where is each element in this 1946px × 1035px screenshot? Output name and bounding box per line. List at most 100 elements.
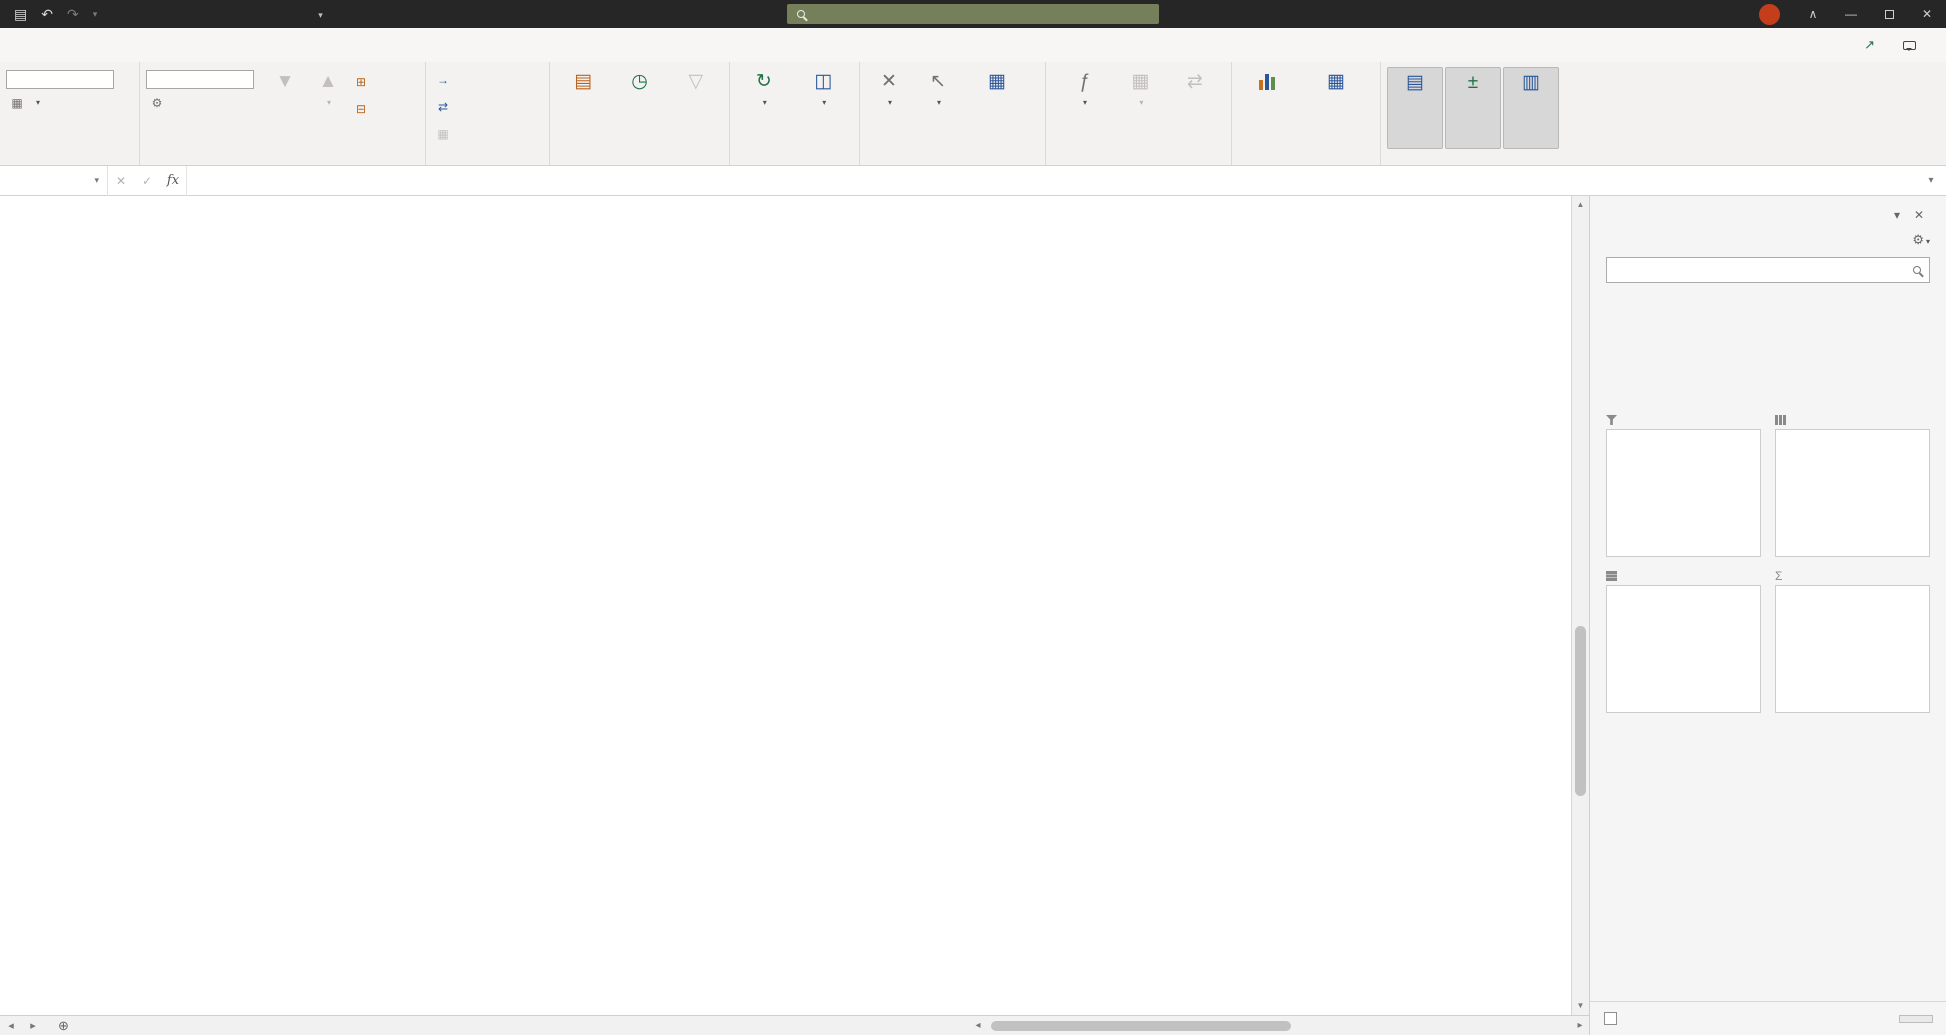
drill-up-button[interactable]: ▲ ▾ (308, 67, 348, 149)
redo-icon[interactable]: ↷ (67, 6, 79, 23)
expand-field-button[interactable]: ⊞ (350, 71, 377, 92)
move-pivottable-icon: ▦ (988, 70, 1006, 94)
pivotchart-button[interactable] (1238, 67, 1296, 149)
values-area[interactable] (1775, 585, 1930, 713)
field-settings-button[interactable]: ⚙ (146, 92, 262, 113)
insert-timeline-button[interactable]: ◷ (612, 67, 666, 149)
search-box[interactable] (787, 4, 1159, 24)
pane-close-icon[interactable]: ✕ (1908, 208, 1930, 222)
filters-area[interactable] (1606, 429, 1761, 557)
rows-area-header (1606, 567, 1761, 585)
undo-icon[interactable]: ↶ (41, 6, 53, 23)
drill-down-icon: ▼ (276, 70, 295, 94)
relationships-button[interactable]: ⇄ (1165, 67, 1225, 149)
pane-gear-icon[interactable]: ⚙▾ (1912, 232, 1930, 248)
pivottable-name-input[interactable] (6, 70, 114, 89)
recommended-pivottables-icon: ▦ (1327, 70, 1345, 94)
values-area-wrap: Σ (1775, 567, 1930, 713)
move-pivottable-button[interactable]: ▦ (964, 67, 1030, 149)
ribbon-group-filter: ▤ ◷ ▽ (550, 62, 730, 165)
olap-tools-button[interactable]: ▦ ▾ (1118, 67, 1163, 149)
insert-slicer-button[interactable]: ▤ (556, 67, 610, 149)
active-field-input[interactable] (146, 70, 254, 89)
select-button[interactable]: ↖ ▾ (914, 67, 962, 149)
pane-header: ▾ ✕ (1606, 208, 1930, 222)
filter-funnel-icon (1606, 415, 1617, 425)
add-sheet-icon[interactable]: ⊕ (58, 1018, 69, 1034)
columns-icon (1775, 415, 1786, 425)
filters-area-wrap (1606, 411, 1761, 557)
sheet-tab-bar: ◂ ▸ ⊕ ◂ ▸ (0, 1015, 1589, 1035)
search-icon (1913, 266, 1921, 274)
ribbon-group-tools: ▦ (1232, 62, 1381, 165)
minimize-button[interactable]: — (1832, 0, 1870, 28)
fields-search-input[interactable] (1615, 263, 1913, 277)
chevron-down-icon: ▾ (94, 175, 99, 186)
cancel-icon[interactable]: ✕ (108, 174, 134, 188)
group-field-icon: ▦ (436, 127, 450, 141)
qat-customize-icon[interactable]: ▾ (93, 9, 98, 20)
options-button[interactable]: ▦ ▾ (6, 92, 114, 113)
drill-down-button[interactable]: ▼ (264, 67, 306, 149)
columns-area-header (1775, 411, 1930, 429)
insert-slicer-icon: ▤ (574, 70, 592, 94)
change-data-source-button[interactable]: ◫ ▾ (794, 67, 853, 149)
horizontal-scroll-track[interactable] (987, 1020, 1571, 1032)
title-caret-icon: ▾ (318, 10, 323, 20)
plus-minus-buttons-toggle[interactable]: ± (1445, 67, 1501, 149)
chevron-down-icon: ▾ (327, 98, 331, 107)
maximize-button[interactable] (1870, 0, 1908, 28)
refresh-button[interactable]: ↻ ▾ (736, 67, 792, 149)
scroll-down-icon[interactable]: ▼ (1572, 997, 1589, 1015)
group-field-button[interactable]: ▦ (432, 123, 459, 144)
group-selection-button[interactable]: → (432, 69, 459, 90)
formula-bar-expand-icon[interactable]: ▾ (1916, 175, 1946, 186)
vertical-scrollbar[interactable]: ▲ ▼ (1571, 196, 1589, 1015)
recommended-pivottables-button[interactable]: ▦ (1298, 67, 1374, 149)
save-icon[interactable]: ▤ (14, 6, 27, 23)
scroll-left-icon[interactable]: ◂ (969, 1020, 987, 1031)
vertical-scroll-thumb[interactable] (1575, 626, 1586, 796)
columns-area[interactable] (1775, 429, 1930, 557)
insert-function-icon[interactable]: fx (160, 173, 186, 188)
filter-connections-button[interactable]: ▽ (669, 67, 723, 149)
scroll-right-icon[interactable]: ▸ (1571, 1020, 1589, 1031)
field-list-toggle[interactable]: ▤ (1387, 67, 1443, 149)
enter-icon[interactable]: ✓ (134, 174, 160, 188)
olap-tools-wrap: ▾ (1137, 96, 1143, 109)
fields-search-box[interactable] (1606, 257, 1930, 283)
title-bar-right: ∧ — ✕ (1749, 0, 1946, 28)
field-headers-toggle[interactable]: ▥ (1503, 67, 1559, 149)
update-button[interactable] (1899, 1015, 1933, 1023)
fields-items-sets-icon: ƒ (1079, 70, 1090, 94)
ungroup-button[interactable]: ⇄ (432, 96, 459, 117)
close-button[interactable]: ✕ (1908, 0, 1946, 28)
comments-button[interactable] (1903, 41, 1922, 50)
ribbon-display-options-icon[interactable]: ∧ (1794, 0, 1832, 28)
horizontal-scroll-thumb[interactable] (991, 1021, 1291, 1031)
collapse-field-button[interactable]: ⊟ (350, 98, 377, 119)
sheet-nav-right-icon[interactable]: ▸ (22, 1019, 44, 1032)
drill-up-icon: ▲ (319, 70, 338, 94)
share-button[interactable]: ↗ (1864, 37, 1881, 53)
clear-button[interactable]: ✕ ▾ (866, 67, 912, 149)
window-title: ▾ (312, 7, 323, 21)
maximize-icon (1885, 10, 1894, 19)
defer-layout-checkbox[interactable] (1604, 1012, 1617, 1025)
avatar[interactable] (1759, 4, 1780, 25)
ungroup-icon: ⇄ (436, 100, 450, 114)
pane-options-icon[interactable]: ▾ (1886, 208, 1908, 222)
select-wrap: ▾ (935, 96, 941, 109)
rows-area[interactable] (1606, 585, 1761, 713)
horizontal-scrollbar[interactable]: ◂ ▸ (969, 1016, 1589, 1035)
choose-fields-row: ⚙▾ (1606, 232, 1930, 248)
comments-icon (1903, 41, 1916, 50)
fields-items-sets-button[interactable]: ƒ ▾ (1052, 67, 1116, 149)
formula-bar: ▾ ✕ ✓ fx ▾ (0, 166, 1946, 196)
name-box[interactable]: ▾ (0, 166, 108, 196)
rows-area-wrap (1606, 567, 1761, 713)
sheet-nav-left-icon[interactable]: ◂ (0, 1019, 22, 1032)
gear-icon: ⚙ (150, 96, 164, 110)
drill-up-label: ▾ (325, 96, 331, 109)
scroll-up-icon[interactable]: ▲ (1572, 196, 1589, 214)
